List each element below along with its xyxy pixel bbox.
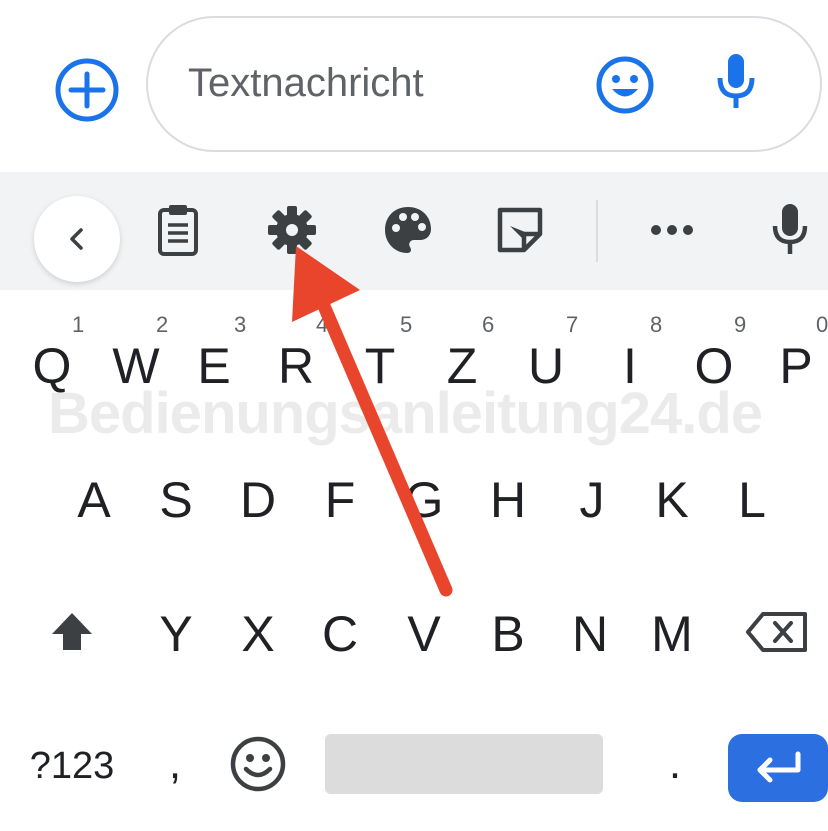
comma-key[interactable]: , [160,732,190,796]
keyboard: ?123 , . Bedienungsanleitung24.de Q1W2E3… [0,172,828,831]
key-hint-7: 7 [566,312,579,337]
key-g[interactable]: G [394,464,454,536]
key-q[interactable]: Q [22,330,82,402]
key-e[interactable]: E [184,330,244,402]
gear-icon [268,206,316,254]
key-hint-4: 4 [316,312,329,337]
key-h[interactable]: H [478,464,538,536]
period-key[interactable]: . [660,732,690,796]
key-c[interactable]: C [310,598,370,670]
shift-key[interactable] [40,597,104,667]
symbols-key[interactable]: ?123 [22,734,122,798]
palette-icon [385,207,431,253]
key-b[interactable]: B [478,598,538,670]
key-hint-3: 3 [234,312,247,337]
add-attachment-button[interactable] [54,57,120,123]
more-options-button[interactable] [642,200,702,260]
microphone-icon [717,54,755,108]
key-r[interactable]: R [266,330,326,402]
sticker-button[interactable] [490,200,550,260]
enter-arrow-icon [757,751,801,783]
key-w[interactable]: W [106,330,166,402]
backspace-key[interactable] [742,600,812,664]
key-f[interactable]: F [310,464,370,536]
key-a[interactable]: A [64,464,124,536]
key-k[interactable]: K [642,464,702,536]
key-z[interactable]: Z [432,330,492,402]
enter-key[interactable] [728,734,828,802]
key-i[interactable]: I [600,330,660,402]
emoji-key[interactable] [226,732,290,796]
key-u[interactable]: U [516,330,576,402]
sticker-icon [497,207,543,253]
key-s[interactable]: S [146,464,206,536]
plus-circle-icon [55,58,119,122]
clipboard-button[interactable] [148,200,208,260]
key-m[interactable]: M [642,598,702,670]
key-y[interactable]: Y [146,598,206,670]
chevron-left-icon [70,228,83,250]
space-key[interactable] [325,734,603,794]
voice-typing-button[interactable] [760,200,820,260]
key-hint-0: 0 [816,312,828,337]
toolbar-back-button[interactable] [34,196,120,282]
key-hint-2: 2 [156,312,169,337]
emoji-button[interactable] [594,54,656,116]
voice-input-button[interactable] [714,50,758,116]
smiley-icon [230,736,286,792]
key-hint-9: 9 [734,312,747,337]
key-hint-8: 8 [650,312,663,337]
key-hint-5: 5 [400,312,413,337]
microphone-icon [772,204,808,254]
key-d[interactable]: D [228,464,288,536]
key-o[interactable]: O [684,330,744,402]
compose-bar: Textnachricht [0,0,828,170]
more-horizontal-icon [651,225,693,235]
key-hint-1: 1 [72,312,85,337]
keyboard-toolbar [0,172,828,290]
settings-button[interactable] [262,200,322,260]
key-hint-6: 6 [482,312,495,337]
key-p[interactable]: P [766,330,826,402]
shift-arrow-icon [52,613,92,650]
key-j[interactable]: J [562,464,622,536]
backspace-icon [746,612,807,652]
key-v[interactable]: V [394,598,454,670]
smiley-icon [596,56,654,114]
message-input[interactable]: Textnachricht [146,16,822,152]
key-n[interactable]: N [560,598,620,670]
key-l[interactable]: L [722,464,782,536]
key-t[interactable]: T [350,330,410,402]
key-x[interactable]: X [228,598,288,670]
message-placeholder: Textnachricht [188,61,424,105]
clipboard-icon [158,205,198,256]
theme-button[interactable] [378,200,438,260]
toolbar-divider [596,200,598,262]
